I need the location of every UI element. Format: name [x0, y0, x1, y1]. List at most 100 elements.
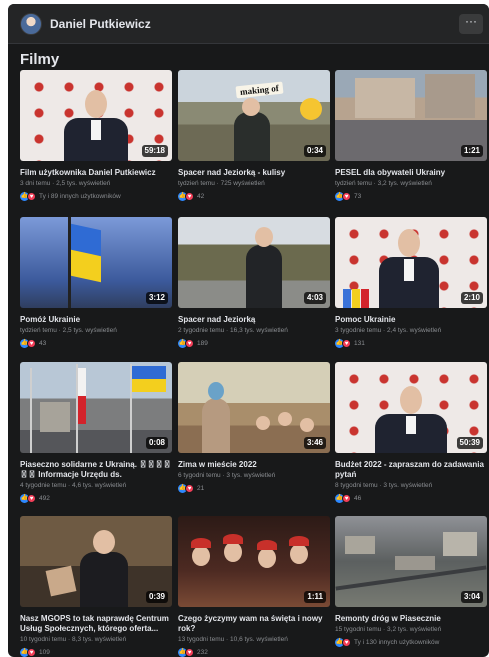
video-reactions[interactable]: 👍 ♥ 492: [20, 493, 172, 503]
video-duration: 50:39: [456, 437, 483, 449]
love-reaction-icon: ♥: [342, 191, 351, 201]
video-card[interactable]: 3:04 Remonty dróg w Piasecznie 15 tygodn…: [335, 516, 487, 647]
video-reactions[interactable]: 👍 ♥ 131: [335, 338, 487, 348]
video-title[interactable]: Film użytkownika Daniel Putkiewicz: [20, 168, 172, 178]
video-thumbnail[interactable]: 0:08: [20, 362, 172, 453]
reaction-count: Ty i 130 innych użytkowników: [354, 638, 440, 646]
video-duration: 0:08: [145, 437, 168, 449]
video-title[interactable]: Pomoc Ukrainie: [335, 315, 487, 325]
video-meta: tydzień temu · 725 wyświetleń: [178, 180, 265, 187]
video-title[interactable]: Zima w mieście 2022: [178, 460, 330, 470]
video-title[interactable]: Budżet 2022 - zapraszam do zadawania pyt…: [335, 460, 487, 480]
video-meta: 10 tygodni temu · 8,3 tys. wyświetleń: [20, 636, 127, 643]
video-reactions[interactable]: 👍 ♥ 73: [335, 191, 487, 201]
video-meta: 6 tygodni temu · 3 tys. wyświetleń: [178, 472, 276, 479]
making-of-sticker: making of: [235, 81, 284, 99]
video-title[interactable]: Spacer nad Jeziorką - kulisy: [178, 168, 330, 178]
video-card[interactable]: 4:03 Spacer nad Jeziorką 2 tygodnie temu…: [178, 217, 330, 348]
video-thumbnail[interactable]: 50:39: [335, 362, 487, 453]
video-thumbnail[interactable]: 4:03: [178, 217, 330, 308]
video-title[interactable]: Remonty dróg w Piasecznie: [335, 614, 487, 624]
video-thumbnail[interactable]: making of 0:34: [178, 70, 330, 161]
video-card[interactable]: 2:10 Pomoc Ukrainie 3 tygodnie temu · 2,…: [335, 217, 487, 348]
video-title[interactable]: Piaseczno solidarne z Ukrainą. 〿〿〿〿〿〿 In…: [20, 460, 172, 480]
video-duration: 3:12: [145, 292, 168, 304]
reaction-count: 131: [354, 339, 365, 347]
love-reaction-icon: ♥: [342, 637, 351, 647]
love-reaction-icon: ♥: [342, 338, 351, 348]
video-card[interactable]: 50:39 Budżet 2022 - zapraszam do zadawan…: [335, 362, 487, 503]
more-options-button[interactable]: ···: [459, 14, 483, 34]
video-duration: 2:10: [460, 292, 483, 304]
videos-panel: Daniel Putkiewicz ··· Filmy 59:18 Film u…: [8, 4, 489, 657]
video-thumbnail[interactable]: 1:11: [178, 516, 330, 607]
video-thumbnail[interactable]: 2:10: [335, 217, 487, 308]
video-card[interactable]: 1:21 PESEL dla obywateli Ukrainy tydzień…: [335, 70, 487, 201]
section-title: Filmy: [20, 51, 60, 68]
love-reaction-icon: ♥: [27, 647, 36, 657]
love-reaction-icon: ♥: [185, 483, 194, 493]
video-meta: 3 dni temu · 2,5 tys. wyświetleń: [20, 180, 111, 187]
video-reactions[interactable]: 👍 ♥ 109: [20, 647, 172, 657]
reaction-count: Ty i 89 innych użytkowników: [39, 192, 121, 200]
video-reactions[interactable]: 👍 ♥ 43: [20, 338, 172, 348]
video-card[interactable]: 1:11 Czego życzymy wam na święta i nowy …: [178, 516, 330, 657]
love-reaction-icon: ♥: [185, 338, 194, 348]
video-thumbnail[interactable]: 59:18: [20, 70, 172, 161]
video-thumbnail[interactable]: 3:46: [178, 362, 330, 453]
emoji-sticker: [300, 98, 322, 120]
video-duration: 1:11: [304, 591, 326, 603]
reaction-count: 189: [197, 339, 208, 347]
video-thumbnail[interactable]: 0:39: [20, 516, 172, 607]
love-reaction-icon: ♥: [27, 338, 36, 348]
video-title[interactable]: PESEL dla obywateli Ukrainy: [335, 168, 487, 178]
video-title[interactable]: Nasz MGOPS to tak naprawdę Centrum Usług…: [20, 614, 172, 634]
reaction-count: 46: [354, 494, 362, 502]
reaction-count: 73: [354, 192, 362, 200]
video-card[interactable]: 59:18 Film użytkownika Daniel Putkiewicz…: [20, 70, 172, 201]
video-reactions[interactable]: 👍 ♥ 46: [335, 493, 487, 503]
video-card[interactable]: 3:12 Pomóż Ukrainie tydzień temu · 2,5 t…: [20, 217, 172, 348]
reaction-count: 21: [197, 484, 205, 492]
video-reactions[interactable]: 👍 ♥ Ty i 130 innych użytkowników: [335, 637, 487, 647]
love-reaction-icon: ♥: [27, 493, 36, 503]
video-thumbnail[interactable]: 1:21: [335, 70, 487, 161]
video-title[interactable]: Pomóż Ukrainie: [20, 315, 172, 325]
video-meta: tydzień temu · 3,2 tys. wyświetleń: [335, 180, 432, 187]
video-duration: 1:21: [460, 145, 483, 157]
video-card[interactable]: 3:46 Zima w mieście 2022 6 tygodni temu …: [178, 362, 330, 493]
video-card[interactable]: 0:39 Nasz MGOPS to tak naprawdę Centrum …: [20, 516, 172, 657]
video-thumbnail[interactable]: 3:12: [20, 217, 172, 308]
love-reaction-icon: ♥: [185, 191, 194, 201]
video-duration: 3:46: [303, 437, 326, 449]
video-duration: 3:04: [460, 591, 483, 603]
reaction-count: 492: [39, 494, 50, 502]
video-title[interactable]: Czego życzymy wam na święta i nowy rok?: [178, 614, 330, 634]
reaction-count: 232: [197, 648, 208, 656]
video-meta: 13 tygodni temu · 10,6 tys. wyświetleń: [178, 636, 288, 643]
reaction-count: 42: [197, 192, 205, 200]
video-card[interactable]: 0:08 Piaseczno solidarne z Ukrainą. 〿〿〿〿…: [20, 362, 172, 503]
video-card[interactable]: making of 0:34 Spacer nad Jeziorką - kul…: [178, 70, 330, 201]
reaction-count: 109: [39, 648, 50, 656]
page-header: Daniel Putkiewicz ···: [8, 4, 489, 44]
video-thumbnail[interactable]: 3:04: [335, 516, 487, 607]
video-duration: 4:03: [303, 292, 326, 304]
video-reactions[interactable]: 👍 ♥ 189: [178, 338, 330, 348]
video-meta: 2 tygodnie temu · 16,3 tys. wyświetleń: [178, 327, 288, 334]
love-reaction-icon: ♥: [185, 647, 194, 657]
video-title[interactable]: Spacer nad Jeziorką: [178, 315, 330, 325]
video-reactions[interactable]: 👍 ♥ Ty i 89 innych użytkowników: [20, 191, 172, 201]
video-meta: 15 tygodni temu · 3,2 tys. wyświetleń: [335, 626, 442, 633]
video-reactions[interactable]: 👍 ♥ 232: [178, 647, 330, 657]
page-name[interactable]: Daniel Putkiewicz: [50, 17, 151, 31]
video-reactions[interactable]: 👍 ♥ 21: [178, 483, 330, 493]
video-meta: 4 tygodnie temu · 4,6 tys. wyświetleń: [20, 482, 127, 489]
reaction-count: 43: [39, 339, 47, 347]
video-meta: 3 tygodnie temu · 2,4 tys. wyświetleń: [335, 327, 442, 334]
avatar[interactable]: [20, 13, 42, 35]
video-reactions[interactable]: 👍 ♥ 42: [178, 191, 330, 201]
video-duration: 0:39: [145, 591, 168, 603]
love-reaction-icon: ♥: [27, 191, 36, 201]
video-duration: 0:34: [303, 145, 326, 157]
